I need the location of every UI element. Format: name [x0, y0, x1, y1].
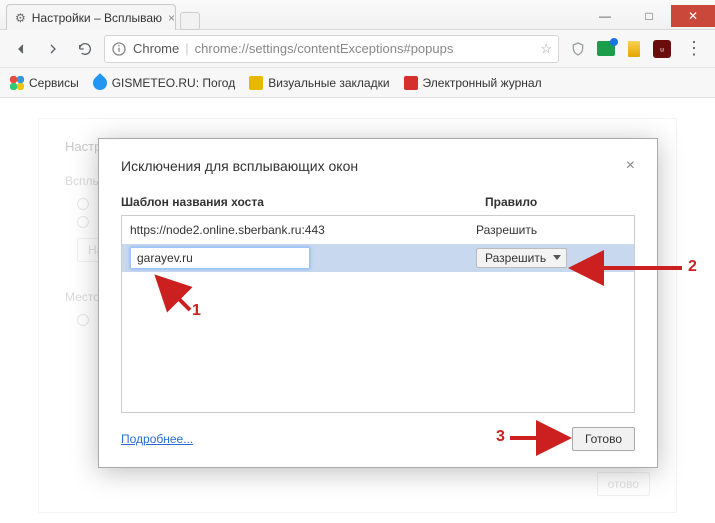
maximize-button[interactable]: □ [627, 5, 671, 27]
column-rule-header: Правило [485, 195, 635, 209]
bookmark-star-icon[interactable]: ☆ [540, 41, 552, 57]
extension-shield-icon[interactable] [569, 40, 587, 58]
learn-more-link[interactable]: Подробнее... [121, 432, 193, 446]
row-rule: Разрешить [476, 223, 626, 237]
gear-icon: ⚙ [15, 11, 26, 25]
tab-title: Настройки – Всплываю [32, 11, 162, 25]
back-button[interactable] [8, 36, 34, 62]
host-input[interactable] [130, 247, 310, 269]
extension-inbox-icon[interactable] [597, 40, 615, 58]
reload-button[interactable] [72, 36, 98, 62]
forward-button[interactable] [40, 36, 66, 62]
done-button[interactable]: Готово [572, 427, 635, 451]
modal-close-button[interactable]: × [626, 157, 635, 175]
table-row[interactable]: https://node2.online.sberbank.ru:443 Раз… [122, 216, 634, 244]
extension-bookmark-icon[interactable] [625, 40, 643, 58]
bookmark-visual[interactable]: Визуальные закладки [249, 76, 389, 90]
bookmark-gismeteo[interactable]: GISMETEO.RU: Погод [93, 76, 236, 90]
bookmark-journal[interactable]: Электронный журнал [404, 76, 542, 90]
rule-select[interactable]: Разрешить [476, 248, 567, 268]
omnibox-label: Chrome [133, 41, 179, 56]
exceptions-modal: Исключения для всплывающих окон × Шаблон… [98, 138, 658, 468]
column-host-header: Шаблон названия хоста [121, 195, 485, 209]
drop-icon [90, 73, 110, 93]
arrow-left-icon [13, 41, 29, 57]
menu-button[interactable]: ⋮ [681, 38, 707, 59]
arrow-right-icon [45, 41, 61, 57]
reload-icon [77, 41, 93, 57]
modal-title: Исключения для всплывающих окон [121, 158, 358, 174]
browser-tab[interactable]: ⚙ Настройки – Всплываю × [6, 4, 176, 30]
annotation-2: 2 [688, 258, 697, 276]
minimize-button[interactable]: — [583, 5, 627, 27]
annotation-3: 3 [496, 428, 505, 446]
close-window-button[interactable]: ✕ [671, 5, 715, 27]
apps-bookmark[interactable]: Сервисы [10, 76, 79, 90]
extension-ublock-icon[interactable]: ᵤ [653, 40, 671, 58]
new-tab-button[interactable] [180, 12, 200, 30]
info-icon [111, 41, 127, 57]
row-host: https://node2.online.sberbank.ru:443 [130, 223, 476, 237]
bookmark-icon [249, 76, 263, 90]
annotation-1: 1 [192, 302, 201, 320]
omnibox-url: chrome://settings/contentExceptions#popu… [195, 41, 535, 56]
omnibox[interactable]: Chrome | chrome://settings/contentExcept… [104, 35, 559, 63]
journal-icon [404, 76, 418, 90]
tab-close-icon[interactable]: × [168, 11, 175, 25]
apps-icon [10, 76, 24, 90]
table-row-editing[interactable]: Разрешить [122, 244, 634, 272]
apps-label: Сервисы [29, 76, 79, 90]
